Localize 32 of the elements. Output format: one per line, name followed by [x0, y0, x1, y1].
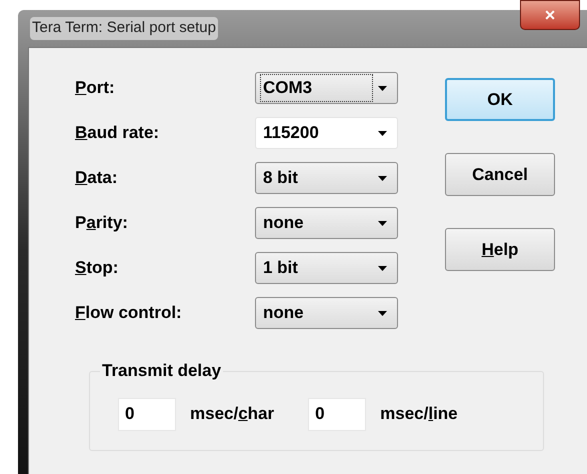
dropdown-field[interactable]: 1 bit: [255, 252, 398, 284]
dropdown-value: 8 bit: [262, 167, 299, 190]
unit-label: msec/char: [190, 403, 274, 426]
dropdown-arrow-icon: [378, 220, 387, 226]
dropdown-arrow-icon: [378, 176, 387, 180]
window-title: Tera Term: Serial port setup: [30, 17, 218, 40]
dropdown-value: none: [262, 212, 305, 234]
unit-label: msec/line: [380, 403, 458, 426]
field-label: Parity:: [75, 212, 129, 234]
dialog-button[interactable]: OK: [445, 78, 555, 121]
dropdown-arrow-icon: [378, 130, 387, 136]
dropdown-value: 115200: [262, 122, 320, 144]
dropdown-value: 1 bit: [262, 257, 299, 280]
field-label: Port:: [75, 77, 116, 100]
field-label: Flow control:: [75, 302, 183, 324]
field-label: Stop:: [75, 257, 120, 280]
dialog-button[interactable]: Help: [445, 228, 555, 271]
dropdown-field[interactable]: 8 bit: [255, 162, 398, 194]
dropdown-field[interactable]: COM3: [255, 72, 398, 104]
dropdown-field[interactable]: none: [255, 297, 398, 329]
dialog-button[interactable]: Cancel: [445, 153, 555, 196]
delay-input[interactable]: 0: [118, 398, 176, 430]
delay-input[interactable]: 0: [308, 398, 366, 430]
dropdown-value: COM3: [261, 75, 372, 101]
dropdown-arrow-icon: [378, 310, 387, 316]
dropdown-field[interactable]: none: [255, 207, 398, 239]
dropdown-value: none: [262, 302, 305, 324]
field-label: Data:: [75, 167, 119, 190]
dropdown-arrow-icon: [378, 266, 387, 270]
dropdown-field[interactable]: 115200: [255, 117, 398, 149]
field-label: Baud rate:: [75, 122, 160, 144]
dropdown-arrow-icon: [378, 86, 387, 90]
